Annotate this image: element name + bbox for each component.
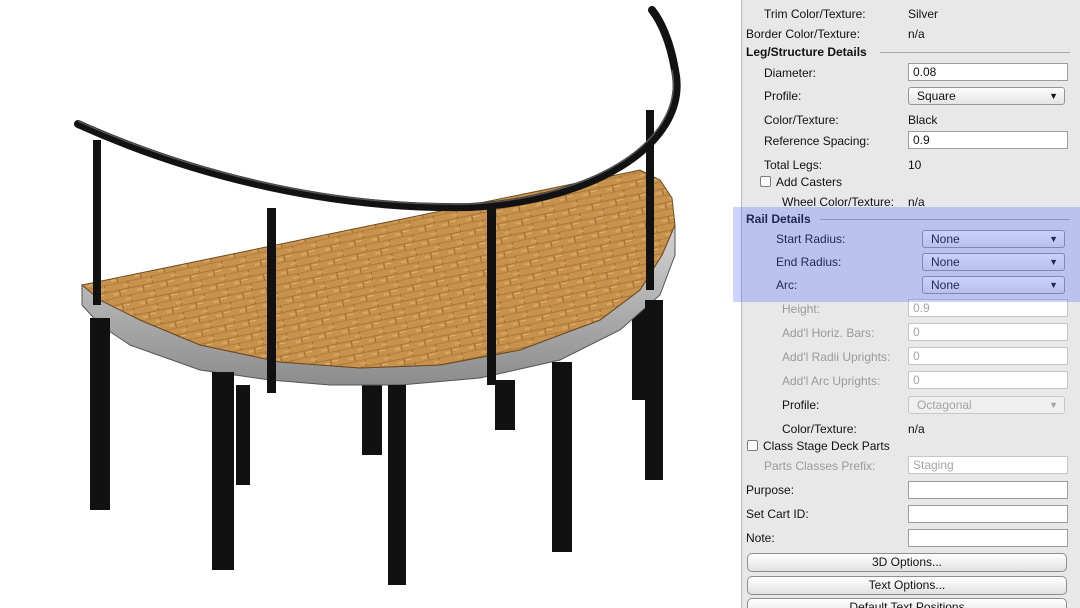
deck-leg xyxy=(552,362,572,552)
deck-leg xyxy=(236,385,250,485)
3d-options-button[interactable]: 3D Options... xyxy=(747,553,1067,572)
default-text-positions-button[interactable]: Default Text Positions xyxy=(747,598,1067,608)
rail-upright xyxy=(487,205,496,385)
curved-rail xyxy=(74,6,681,212)
parts-prefix-input[interactable]: Staging xyxy=(908,456,1068,474)
radii-uprights-label: Add'l Radii Uprights: xyxy=(782,350,891,364)
note-input[interactable] xyxy=(908,529,1068,547)
profile-dropdown[interactable]: Square ▼ xyxy=(908,87,1065,105)
arc-uprights-input[interactable]: 0 xyxy=(908,371,1068,389)
wheel-color-value: n/a xyxy=(908,195,925,209)
add-casters-label: Add Casters xyxy=(776,175,843,189)
trim-color-label: Trim Color/Texture: xyxy=(764,7,866,21)
leg-color-value: Black xyxy=(908,113,938,127)
trim-color-value: Silver xyxy=(908,7,939,21)
horiz-bars-label: Add'l Horiz. Bars: xyxy=(782,326,875,340)
arc-label: Arc: xyxy=(776,278,798,292)
height-label: Height: xyxy=(782,302,821,316)
parts-prefix-label: Parts Classes Prefix: xyxy=(764,459,876,473)
rail-details-section-title: Rail Details xyxy=(746,212,811,226)
total-legs-value: 10 xyxy=(908,158,922,172)
radii-uprights-input[interactable]: 0 xyxy=(908,347,1068,365)
horiz-bars-input[interactable]: 0 xyxy=(908,323,1068,341)
drawing-viewport[interactable] xyxy=(0,0,740,608)
leg-structure-section-title: Leg/Structure Details xyxy=(746,45,867,59)
chevron-down-icon: ▼ xyxy=(1049,257,1058,267)
rail-upright xyxy=(267,208,276,393)
rail-profile-label: Profile: xyxy=(782,398,820,412)
rail-color-label: Color/Texture: xyxy=(782,422,857,436)
start-radius-value: None xyxy=(931,232,960,246)
wheel-color-label: Wheel Color/Texture: xyxy=(782,195,895,209)
rail-profile-value: Octagonal xyxy=(917,398,972,412)
chevron-down-icon: ▼ xyxy=(1049,91,1058,101)
rail-upright xyxy=(93,140,101,305)
chevron-down-icon: ▼ xyxy=(1049,280,1058,290)
section-divider xyxy=(880,52,1070,53)
deck-leg xyxy=(90,318,110,510)
end-radius-label: End Radius: xyxy=(776,255,842,269)
class-parts-checkbox[interactable] xyxy=(747,440,758,451)
chevron-down-icon: ▼ xyxy=(1049,234,1058,244)
deck-leg xyxy=(645,300,663,480)
start-radius-dropdown[interactable]: None ▼ xyxy=(922,230,1065,248)
leg-color-label: Color/Texture: xyxy=(764,113,839,127)
reference-spacing-input[interactable]: 0.9 xyxy=(908,131,1068,149)
arc-value: None xyxy=(931,278,960,292)
deck-leg xyxy=(362,385,382,455)
text-options-button[interactable]: Text Options... xyxy=(747,576,1067,595)
deck-leg xyxy=(495,380,515,430)
border-color-label: Border Color/Texture: xyxy=(746,27,861,41)
stage-deck-3d-model[interactable] xyxy=(0,0,740,608)
height-input[interactable]: 0.9 xyxy=(908,299,1068,317)
purpose-label: Purpose: xyxy=(746,483,795,497)
diameter-input[interactable]: 0.08 xyxy=(908,63,1068,81)
section-divider xyxy=(820,219,1070,220)
end-radius-value: None xyxy=(931,255,960,269)
arc-dropdown[interactable]: None ▼ xyxy=(922,276,1065,294)
start-radius-label: Start Radius: xyxy=(776,232,846,246)
end-radius-dropdown[interactable]: None ▼ xyxy=(922,253,1065,271)
object-info-panel: Trim Color/Texture: Silver Border Color/… xyxy=(741,0,1080,608)
border-color-value: n/a xyxy=(908,27,925,41)
total-legs-label: Total Legs: xyxy=(764,158,823,172)
cart-id-input[interactable] xyxy=(908,505,1068,523)
profile-label: Profile: xyxy=(764,89,802,103)
rail-profile-dropdown[interactable]: Octagonal ▼ xyxy=(908,396,1065,414)
reference-spacing-label: Reference Spacing: xyxy=(764,134,870,148)
deck-leg xyxy=(388,385,406,585)
rail-color-value: n/a xyxy=(908,422,925,436)
purpose-input[interactable] xyxy=(908,481,1068,499)
class-parts-label: Class Stage Deck Parts xyxy=(763,439,890,453)
note-label: Note: xyxy=(746,531,775,545)
deck-leg xyxy=(632,305,646,400)
chevron-down-icon: ▼ xyxy=(1049,400,1058,410)
diameter-label: Diameter: xyxy=(764,66,817,80)
deck-leg xyxy=(212,372,234,570)
add-casters-checkbox[interactable] xyxy=(760,176,771,187)
profile-dropdown-value: Square xyxy=(917,89,956,103)
cart-id-label: Set Cart ID: xyxy=(746,507,809,521)
arc-uprights-label: Add'l Arc Uprights: xyxy=(782,374,881,388)
